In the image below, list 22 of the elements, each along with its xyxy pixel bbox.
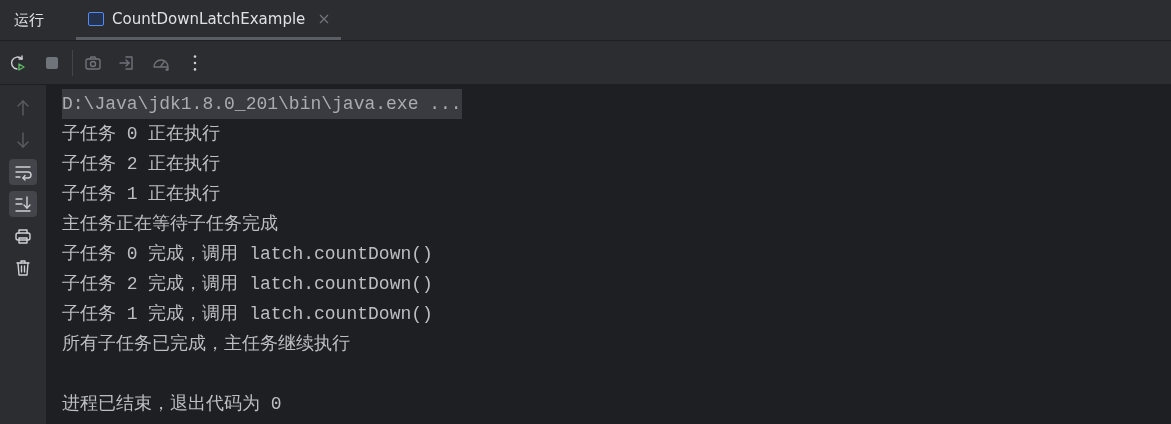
close-icon[interactable] <box>319 13 330 24</box>
more-icon <box>193 54 197 71</box>
printer-icon <box>14 227 32 245</box>
window-icon <box>88 11 104 26</box>
console-output-line: 子任务 1 完成，调用 latch.countDown() <box>62 303 433 326</box>
camera-icon <box>84 53 102 72</box>
rerun-icon <box>9 53 27 72</box>
trash-icon <box>14 259 32 277</box>
console-output-line: 子任务 2 完成，调用 latch.countDown() <box>62 273 433 296</box>
scroll-to-end-icon <box>14 195 32 213</box>
console-output-line: 子任务 2 正在执行 <box>62 153 221 176</box>
console-output-line: 所有子任务已完成，主任务继续执行 <box>62 333 350 356</box>
console-output-line: 子任务 0 正在执行 <box>62 123 221 146</box>
exit-message: 进程已结束，退出代码为 0 <box>62 393 282 416</box>
scroll-to-end-button[interactable] <box>9 191 37 217</box>
console-output-line: 主任务正在等待子任务完成 <box>62 213 278 236</box>
soft-wrap-icon <box>14 163 32 181</box>
enter-icon <box>118 53 136 72</box>
soft-wrap-button[interactable] <box>9 159 37 185</box>
console-output-line: 子任务 0 完成，调用 latch.countDown() <box>62 243 433 266</box>
panel-title: 运行 <box>13 9 45 31</box>
console-output-line: 子任务 1 正在执行 <box>62 183 221 206</box>
